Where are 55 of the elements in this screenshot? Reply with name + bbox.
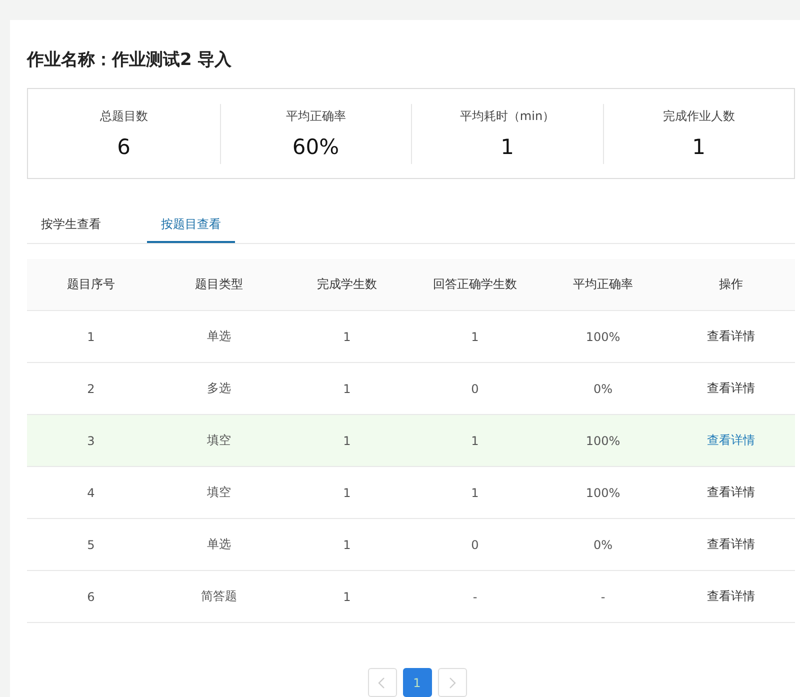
table-cell: 6 bbox=[27, 570, 155, 622]
view-details-link[interactable]: 查看详情 bbox=[705, 430, 757, 451]
table-cell: 1 bbox=[411, 414, 539, 466]
table-cell: 单选 bbox=[155, 310, 283, 362]
table-cell: 3 bbox=[27, 414, 155, 466]
table-cell: - bbox=[411, 570, 539, 622]
stat-value: 1 bbox=[692, 135, 706, 159]
table-cell: - bbox=[539, 570, 667, 622]
column-header: 完成学生数 bbox=[283, 259, 411, 310]
tab[interactable]: 按学生查看 bbox=[27, 206, 115, 243]
view-details-link[interactable]: 查看详情 bbox=[705, 378, 757, 399]
table-cell: 5 bbox=[27, 518, 155, 570]
view-details-link[interactable]: 查看详情 bbox=[705, 534, 757, 555]
stat-label: 完成作业人数 bbox=[662, 108, 735, 125]
view-details-link[interactable]: 查看详情 bbox=[705, 482, 757, 503]
table-cell: 0 bbox=[411, 518, 539, 570]
table-cell: 简答题 bbox=[155, 570, 283, 622]
table-cell: 1 bbox=[411, 310, 539, 362]
table-cell: 1 bbox=[283, 466, 411, 518]
chevron-left-icon bbox=[378, 676, 386, 688]
table-row[interactable]: 4 填空 1 1 100% 查看详情 bbox=[27, 466, 795, 518]
table-cell: 填空 bbox=[155, 414, 283, 466]
table-cell: 填空 bbox=[155, 466, 283, 518]
table-row[interactable]: 1 单选 1 1 100% 查看详情 bbox=[27, 310, 795, 362]
view-details-link[interactable]: 查看详情 bbox=[705, 586, 757, 607]
table-cell: 0% bbox=[539, 518, 667, 570]
table-cell: 100% bbox=[539, 466, 667, 518]
table-cell: 单选 bbox=[155, 518, 283, 570]
table-cell: 1 bbox=[27, 310, 155, 362]
tab[interactable]: 按题目查看 bbox=[147, 206, 235, 243]
stat-value: 60% bbox=[292, 135, 340, 159]
table-cell: 1 bbox=[283, 518, 411, 570]
column-header: 回答正确学生数 bbox=[411, 259, 539, 310]
table-row[interactable]: 3 填空 1 1 100% 查看详情 bbox=[27, 414, 795, 466]
stat-label: 平均正确率 bbox=[286, 108, 346, 125]
table-row[interactable]: 6 简答题 1 - - 查看详情 bbox=[27, 570, 795, 622]
table-cell: 1 bbox=[283, 310, 411, 362]
stat-label: 平均耗时（min） bbox=[460, 108, 555, 125]
stat-value: 6 bbox=[117, 135, 130, 159]
stat-label: 总题目数 bbox=[100, 108, 148, 125]
stat-value: 1 bbox=[500, 135, 514, 159]
table-cell: 1 bbox=[283, 414, 411, 466]
table-cell: 1 bbox=[283, 570, 411, 622]
chevron-right-icon bbox=[448, 676, 456, 688]
table-cell: 100% bbox=[539, 310, 667, 362]
view-details-link[interactable]: 查看详情 bbox=[705, 326, 757, 347]
column-header: 操作 bbox=[667, 259, 795, 310]
column-header: 平均正确率 bbox=[539, 259, 667, 310]
column-header: 题目序号 bbox=[27, 259, 155, 310]
table-cell: 1 bbox=[411, 466, 539, 518]
column-header: 题目类型 bbox=[155, 259, 283, 310]
assignment-title: 作业名称：作业测试2 导入 bbox=[27, 49, 233, 71]
table-cell: 100% bbox=[539, 414, 667, 466]
table-cell: 4 bbox=[27, 466, 155, 518]
table-row[interactable]: 5 单选 1 0 0% 查看详情 bbox=[27, 518, 795, 570]
